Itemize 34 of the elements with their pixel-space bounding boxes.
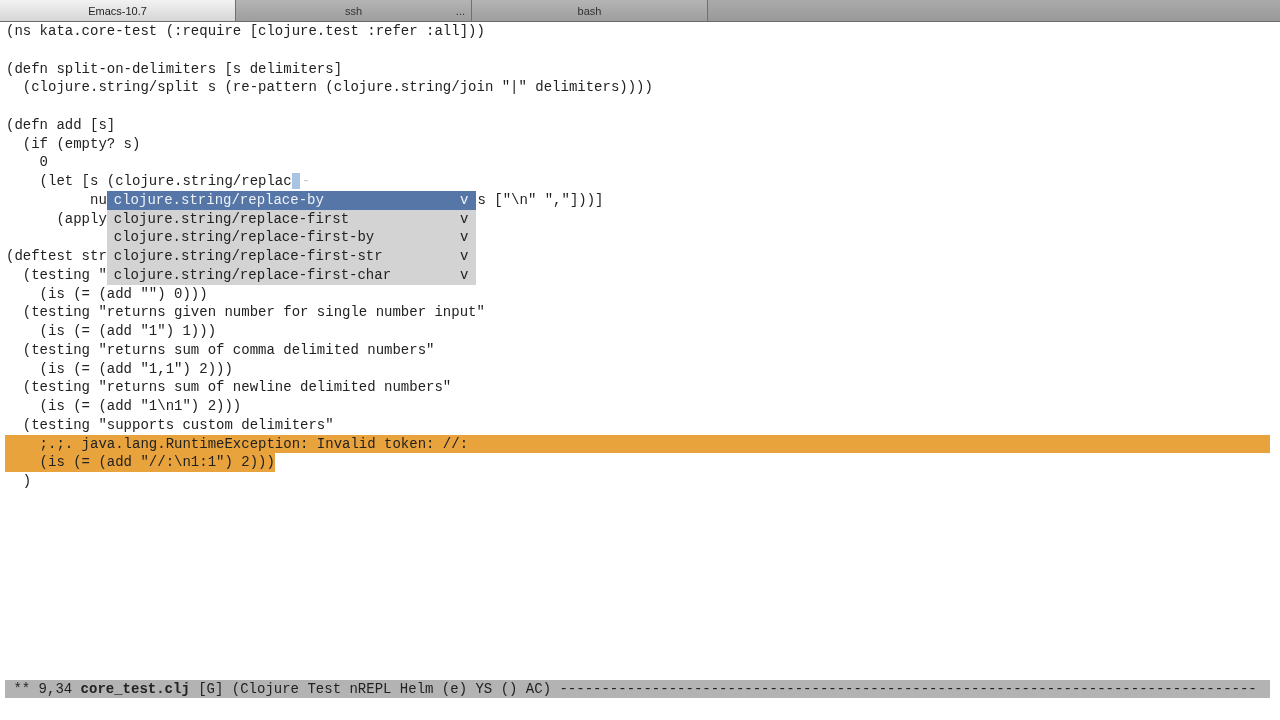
code-line: (defn add [s] (5, 115, 116, 135)
terminal-tab[interactable]: Emacs-10.7 (0, 0, 236, 21)
mode-line-fill: ----------------------------------------------------------------------------------- (559, 681, 1257, 697)
code-line: (is (= (add "1") 1))) (38, 322, 217, 341)
code-line: (testing "returns sum of newline delimited numbers" (21, 378, 452, 397)
code-line: (testing "returns given number for single number input" (21, 303, 485, 322)
code-line: (deftest str (5, 247, 107, 266)
completion-item[interactable]: clojure.string/replace-first-str v (106, 247, 477, 266)
cursor-position: 9,34 (38, 681, 73, 697)
code-line: (ns kata.core-test (:require [clojure.test :refer :all])) (5, 22, 485, 41)
mode-list: [G] (Clojure Test nREPL Helm (e) YS () AC) (198, 681, 552, 697)
modified-indicator: ** (13, 681, 31, 697)
code-line: (defn split-on-delimiters [s delimiters] (5, 59, 343, 79)
code-line: 0 (38, 153, 48, 172)
code-line: s ["\n" ","]))] (476, 190, 604, 210)
code-line: (is (= (add "1\n1") 2))) (38, 397, 242, 416)
code-line: (testing "returns sum of comma delimited numbers" (21, 340, 435, 360)
code-line: (is (= (add "") 0))) (38, 284, 208, 304)
code-line: (if (empty? s) (21, 134, 141, 154)
text-cursor (291, 173, 300, 189)
terminal-tab[interactable]: bash (472, 0, 708, 21)
code-line: (apply (55, 209, 107, 229)
code-line: ) (21, 472, 32, 491)
completion-item[interactable]: clojure.string/replace-by v (106, 190, 477, 210)
completion-item[interactable]: clojure.string/replace-first-by v (106, 228, 477, 247)
terminal-tab[interactable]: ssh ... (236, 0, 472, 21)
code-line: (is (= (add "1,1") 2))) (38, 359, 233, 379)
code-line: (clojure.string/split s (re-pattern (clojure.string/join "|" delimiters)))) (21, 78, 653, 97)
code-line: (let [s (clojure.string/replac (38, 172, 292, 191)
code-line: nu (89, 190, 107, 210)
code-line: (testing "supports custom delimiters" (21, 415, 334, 435)
code-line: (testing " (21, 265, 107, 285)
ghost-text: - (300, 172, 311, 191)
buffer-name: core_test.clj (80, 681, 190, 697)
